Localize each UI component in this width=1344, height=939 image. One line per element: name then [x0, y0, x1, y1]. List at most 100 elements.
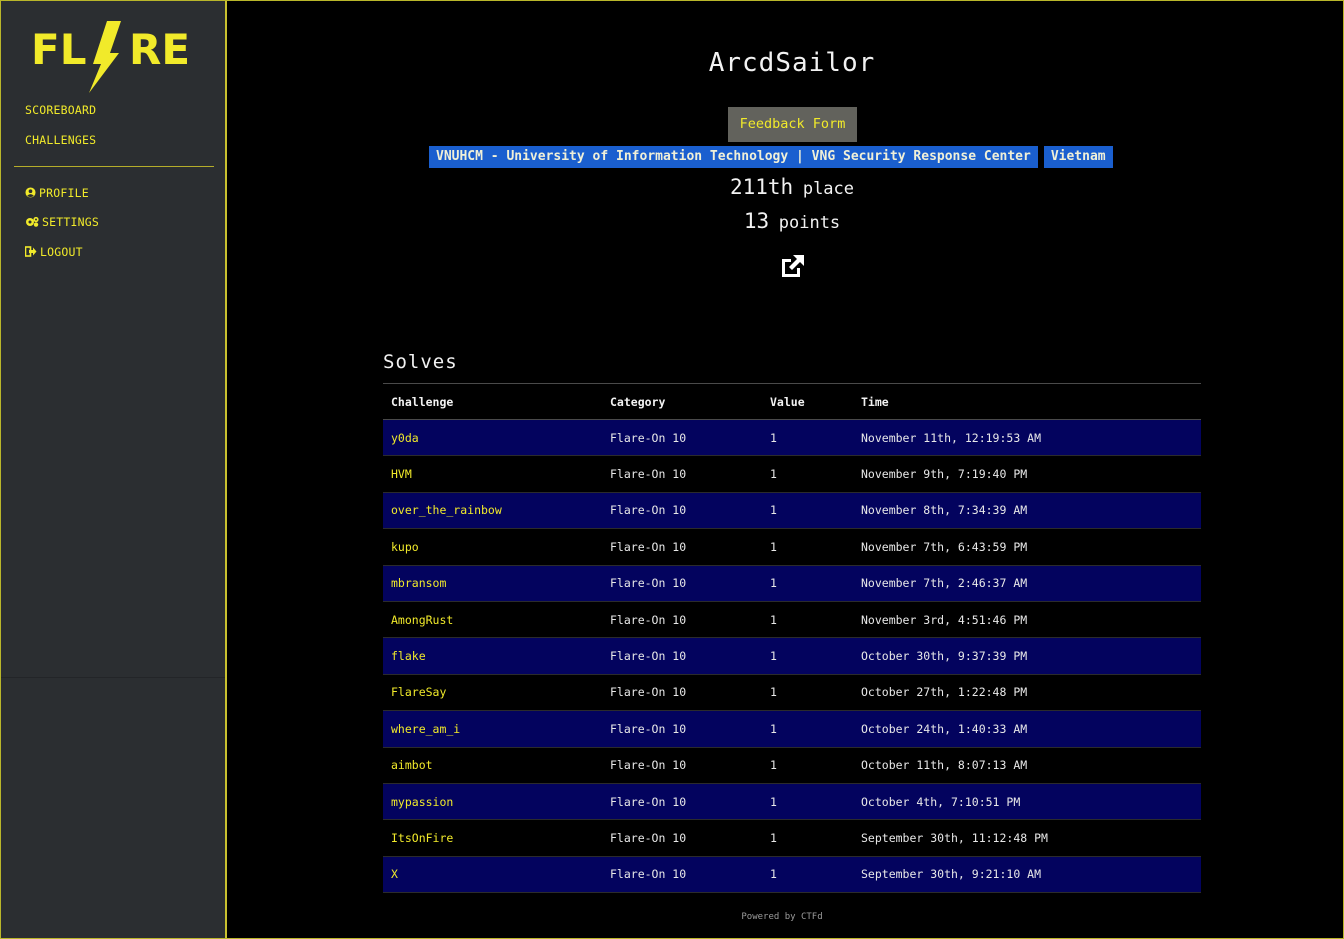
category-cell: Flare-On 10: [602, 528, 762, 566]
sidebar-divider: [14, 166, 214, 167]
category-cell: Flare-On 10: [602, 492, 762, 530]
time-cell: September 30th, 11:12:48 PM: [853, 819, 1201, 857]
place-label: place: [802, 179, 855, 199]
points-label: points: [778, 213, 841, 233]
value-cell: 1: [762, 710, 853, 748]
challenge-cell[interactable]: kupo: [383, 528, 602, 566]
nav-settings[interactable]: SETTINGS: [25, 215, 99, 230]
category-cell: Flare-On 10: [602, 783, 762, 821]
header-time: Time: [853, 383, 1201, 420]
table-row: aimbot Flare-On 10 1 October 11th, 8:07:13 …: [383, 747, 1201, 784]
category-cell: Flare-On 10: [602, 455, 762, 493]
category-cell: Flare-On 10: [602, 819, 762, 857]
time-cell: November 9th, 7:19:40 PM: [853, 455, 1201, 493]
table-row: over_the_rainbow Flare-On 10 1 November 8th…: [383, 492, 1201, 530]
challenge-cell[interactable]: mbransom: [383, 565, 602, 602]
time-cell: October 27th, 1:22:48 PM: [853, 674, 1201, 712]
affiliation-badge: VNUHCM - University of Information Techn…: [429, 146, 1038, 168]
nav-challenges-label: CHALLENGES: [25, 133, 97, 147]
nav-challenges[interactable]: CHALLENGES: [25, 133, 96, 147]
nav-profile-label: PROFILE: [39, 186, 89, 200]
place-value: 211th: [729, 175, 794, 199]
solves-header-row: Challenge Category Value Time: [383, 383, 1201, 420]
time-cell: October 24th, 1:40:33 AM: [853, 710, 1201, 748]
place-info: 211th place: [228, 175, 1344, 199]
nav-scoreboard[interactable]: SCOREBOARD: [25, 103, 96, 117]
challenge-cell[interactable]: where_am_i: [383, 710, 602, 748]
points-info: 13 points: [228, 209, 1344, 233]
header-category: Category: [602, 383, 762, 420]
country-badge: Vietnam: [1043, 146, 1113, 168]
solves-table: Challenge Category Value Time y0da Flare-…: [383, 383, 1201, 894]
header-challenge: Challenge: [383, 383, 602, 420]
challenge-cell[interactable]: ItsOnFire: [383, 819, 602, 857]
table-row: where_am_i Flare-On 10 1 October 24th, 1:40…: [383, 710, 1201, 748]
user-circle-icon: [25, 187, 36, 201]
flare-logo[interactable]: FL RE: [31, 19, 201, 95]
table-row: HVM Flare-On 10 1 November 9th, 7:19:40 PM: [383, 455, 1201, 493]
header-value: Value: [762, 383, 853, 420]
table-row: FlareSay Flare-On 10 1 October 27th, 1:22:4…: [383, 674, 1201, 712]
challenge-cell[interactable]: HVM: [383, 455, 602, 493]
challenge-cell[interactable]: mypassion: [383, 783, 602, 821]
sidebar: FL RE SCOREBOARD CHALLENGES PROFILE SETT…: [1, 1, 227, 938]
points-value: 13: [743, 209, 770, 233]
category-cell: Flare-On 10: [602, 674, 762, 712]
external-link-icon[interactable]: [778, 252, 806, 280]
category-cell: Flare-On 10: [602, 601, 762, 639]
profile-username: ArcdSailor: [708, 48, 876, 78]
table-row: mypassion Flare-On 10 1 October 4th, 7:10:5…: [383, 783, 1201, 821]
value-cell: 1: [762, 783, 853, 821]
table-row: mbransom Flare-On 10 1 November 7th, 2:46:3…: [383, 565, 1201, 602]
table-row: flake Flare-On 10 1 October 30th, 9:37:39 P…: [383, 637, 1201, 675]
value-cell: 1: [762, 528, 853, 566]
time-cell: October 4th, 7:10:51 PM: [853, 783, 1201, 821]
affiliation-row: VNUHCM - University of Information Techn…: [429, 146, 1113, 168]
time-cell: October 11th, 8:07:13 AM: [853, 747, 1201, 784]
table-row: y0da Flare-On 10 1 November 11th, 12:19:53 …: [383, 419, 1201, 457]
value-cell: 1: [762, 674, 853, 712]
category-cell: Flare-On 10: [602, 419, 762, 457]
solves-title: Solves: [383, 351, 458, 373]
value-cell: 1: [762, 856, 853, 894]
logo-text-re: RE: [129, 25, 190, 74]
nav-profile[interactable]: PROFILE: [25, 186, 89, 201]
category-cell: Flare-On 10: [602, 710, 762, 748]
feedback-form-button[interactable]: Feedback Form: [728, 107, 857, 142]
value-cell: 1: [762, 747, 853, 784]
value-cell: 1: [762, 601, 853, 639]
time-cell: September 30th, 9:21:10 AM: [853, 856, 1201, 894]
time-cell: November 7th, 2:46:37 AM: [853, 565, 1201, 602]
powered-by-footer: Powered by CTFd: [741, 912, 823, 922]
time-cell: November 8th, 7:34:39 AM: [853, 492, 1201, 530]
time-cell: October 30th, 9:37:39 PM: [853, 637, 1201, 675]
challenge-cell[interactable]: y0da: [383, 419, 602, 457]
challenge-cell[interactable]: X: [383, 856, 602, 894]
challenge-cell[interactable]: flake: [383, 637, 602, 675]
challenge-cell[interactable]: AmongRust: [383, 601, 602, 639]
value-cell: 1: [762, 455, 853, 493]
lightning-bolt-icon: [89, 21, 121, 93]
challenge-cell[interactable]: over_the_rainbow: [383, 492, 602, 530]
nav-logout[interactable]: LOGOUT: [24, 245, 83, 260]
time-cell: November 11th, 12:19:53 AM: [853, 419, 1201, 457]
nav-logout-label: LOGOUT: [40, 245, 83, 259]
sidebar-lower: [1, 677, 225, 939]
logo-text-fl: FL: [31, 25, 86, 74]
time-cell: November 3rd, 4:51:46 PM: [853, 601, 1201, 639]
challenge-cell[interactable]: FlareSay: [383, 674, 602, 712]
solves-body: y0da Flare-On 10 1 November 11th, 12:19:53 …: [383, 419, 1201, 894]
sign-out-icon: [24, 246, 37, 260]
time-cell: November 7th, 6:43:59 PM: [853, 528, 1201, 566]
main-content: ArcdSailor Feedback Form VNUHCM - Univer…: [228, 0, 1344, 939]
nav-scoreboard-label: SCOREBOARD: [25, 103, 97, 117]
cogs-icon: [25, 216, 39, 230]
value-cell: 1: [762, 492, 853, 530]
category-cell: Flare-On 10: [602, 565, 762, 602]
challenge-cell[interactable]: aimbot: [383, 747, 602, 784]
table-row: X Flare-On 10 1 September 30th, 9:21:10 AM: [383, 856, 1201, 894]
table-row: AmongRust Flare-On 10 1 November 3rd, 4:51:…: [383, 601, 1201, 639]
value-cell: 1: [762, 565, 853, 602]
table-row: ItsOnFire Flare-On 10 1 September 30th, 11:…: [383, 819, 1201, 857]
category-cell: Flare-On 10: [602, 637, 762, 675]
